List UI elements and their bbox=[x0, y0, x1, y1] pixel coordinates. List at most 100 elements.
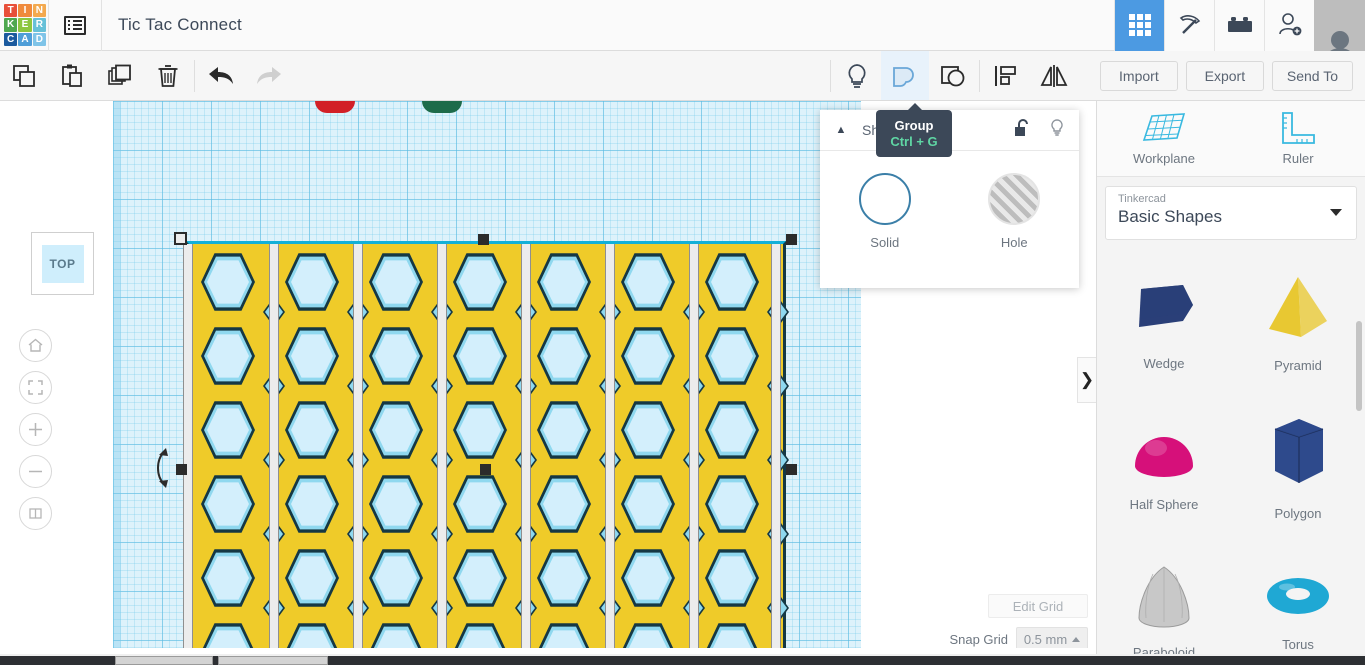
shape-wedge-icon bbox=[1125, 275, 1203, 346]
unlock-icon[interactable] bbox=[1014, 118, 1031, 142]
add-person-icon[interactable] bbox=[1264, 0, 1314, 51]
fit-to-view-button[interactable] bbox=[19, 371, 52, 404]
toolbar-divider bbox=[194, 59, 195, 92]
lightbulb-icon[interactable] bbox=[833, 51, 881, 100]
shape-library-select[interactable]: Tinkercad Basic Shapes bbox=[1105, 186, 1357, 240]
shape-paraboloid[interactable]: Paraboloid bbox=[1097, 541, 1231, 665]
ortho-perspective-toggle-button[interactable] bbox=[19, 497, 52, 530]
hex-hole bbox=[705, 623, 759, 648]
os-taskbar[interactable] bbox=[0, 656, 1365, 665]
export-button[interactable]: Export bbox=[1185, 60, 1264, 91]
chevron-up-icon[interactable]: ▲ bbox=[830, 119, 852, 141]
hex-hole bbox=[621, 327, 675, 385]
import-button[interactable]: Import bbox=[1099, 60, 1178, 91]
chevron-down-icon bbox=[1330, 209, 1342, 216]
lightbulb-icon[interactable] bbox=[1049, 118, 1065, 142]
hole-option[interactable]: Hole bbox=[950, 173, 1080, 250]
shape-pyramid[interactable]: Pyramid bbox=[1231, 253, 1365, 393]
panel-collapse-handle[interactable]: ❯ bbox=[1077, 357, 1096, 403]
designs-grid-icon[interactable] bbox=[1114, 0, 1164, 51]
vertical-rail bbox=[353, 244, 363, 648]
vertical-rail bbox=[437, 244, 447, 648]
vertical-rail bbox=[521, 244, 531, 648]
hex-hole bbox=[285, 401, 339, 459]
ruler-tool[interactable]: Ruler bbox=[1231, 101, 1365, 176]
view-cube[interactable]: TOP bbox=[31, 232, 94, 295]
solid-option[interactable]: Solid bbox=[820, 173, 950, 250]
hex-hole bbox=[537, 475, 591, 533]
hexagon-grid-plate[interactable] bbox=[183, 241, 789, 648]
logo-tile-r: R bbox=[32, 18, 46, 32]
workplane-tool[interactable]: Workplane bbox=[1097, 101, 1231, 176]
paste-icon[interactable] bbox=[48, 51, 96, 100]
logo-tile-k: K bbox=[4, 18, 18, 32]
delete-icon[interactable] bbox=[144, 51, 192, 100]
shape-half-sphere[interactable]: Half Sphere bbox=[1097, 397, 1231, 537]
logo-tile-i: I bbox=[18, 4, 32, 18]
align-icon[interactable] bbox=[982, 51, 1030, 100]
solid-label: Solid bbox=[870, 235, 900, 250]
shape-polygon[interactable]: Polygon bbox=[1231, 397, 1365, 537]
hex-hole bbox=[201, 623, 255, 648]
taskbar-window-1[interactable] bbox=[115, 656, 213, 665]
zoom-out-button[interactable] bbox=[19, 455, 52, 488]
selection-handle-top[interactable] bbox=[478, 234, 489, 245]
logo-tile-n: N bbox=[32, 4, 46, 18]
hole-swatch-icon bbox=[988, 173, 1041, 225]
hex-hole bbox=[453, 253, 507, 311]
selection-handle-right[interactable] bbox=[786, 464, 797, 475]
workplane-tool-label: Workplane bbox=[1133, 151, 1195, 166]
hex-hole bbox=[621, 549, 675, 607]
selected-model-group[interactable] bbox=[157, 232, 797, 648]
taskbar-window-2[interactable] bbox=[218, 656, 328, 665]
hex-hole bbox=[705, 475, 759, 533]
logo-tile-d: D bbox=[32, 32, 46, 46]
selection-handle-tl[interactable] bbox=[174, 232, 187, 245]
shape-gallery: Wedge Pyramid Half Sphere Polygon Paraboloid… bbox=[1097, 249, 1365, 665]
vertical-rail bbox=[605, 244, 615, 648]
shape-torus[interactable]: Torus bbox=[1231, 541, 1365, 665]
shape-pyramid-label: Pyramid bbox=[1274, 358, 1322, 373]
copy-icon[interactable] bbox=[0, 51, 48, 100]
hex-hole bbox=[705, 549, 759, 607]
brick-icon[interactable] bbox=[1214, 0, 1264, 51]
toolbar-actions: Import Export Send To bbox=[1099, 60, 1365, 91]
mirror-icon[interactable] bbox=[1030, 51, 1078, 100]
selection-handle-tr[interactable] bbox=[786, 234, 797, 245]
selection-handle-left[interactable] bbox=[176, 464, 187, 475]
hex-hole bbox=[369, 475, 423, 533]
hex-hole bbox=[369, 327, 423, 385]
tinkercad-logo[interactable]: TINKERCAD bbox=[2, 2, 48, 48]
shape-wedge[interactable]: Wedge bbox=[1097, 253, 1231, 393]
hex-hole bbox=[705, 327, 759, 385]
logo-tile-c: C bbox=[4, 32, 18, 46]
zoom-in-button[interactable] bbox=[19, 413, 52, 446]
solid-swatch-icon bbox=[858, 173, 911, 225]
home-view-button[interactable] bbox=[19, 329, 52, 362]
avatar[interactable] bbox=[1314, 0, 1365, 51]
pickaxe-icon[interactable] bbox=[1164, 0, 1214, 51]
project-list-button[interactable] bbox=[49, 0, 101, 51]
shape-pyramid-icon bbox=[1259, 273, 1337, 348]
shape-gallery-scrollbar[interactable] bbox=[1356, 321, 1362, 411]
duplicate-icon[interactable] bbox=[96, 51, 144, 100]
hex-hole bbox=[285, 623, 339, 648]
redo-icon[interactable] bbox=[245, 51, 293, 100]
green-disc-partial[interactable] bbox=[422, 101, 462, 113]
workplane-icon bbox=[1142, 113, 1186, 141]
send-to-button[interactable]: Send To bbox=[1271, 60, 1353, 91]
group-icon[interactable] bbox=[881, 51, 929, 100]
hex-hole bbox=[537, 549, 591, 607]
shape-paraboloid-icon bbox=[1125, 562, 1203, 635]
shape-torus-label: Torus bbox=[1282, 637, 1314, 652]
shape-half-sphere-icon bbox=[1125, 422, 1203, 487]
rotate-handle-icon[interactable] bbox=[150, 446, 172, 488]
shape-torus-icon bbox=[1259, 570, 1337, 627]
selection-handle-center[interactable] bbox=[480, 464, 491, 475]
edit-grid-button[interactable]: Edit Grid bbox=[988, 594, 1088, 618]
tinkercad-app: TINKERCAD Tic Tac Connect Import Export … bbox=[0, 0, 1365, 665]
ungroup-icon[interactable] bbox=[929, 51, 977, 100]
undo-icon[interactable] bbox=[197, 51, 245, 100]
hex-hole bbox=[369, 401, 423, 459]
red-disc-partial[interactable] bbox=[315, 101, 355, 113]
